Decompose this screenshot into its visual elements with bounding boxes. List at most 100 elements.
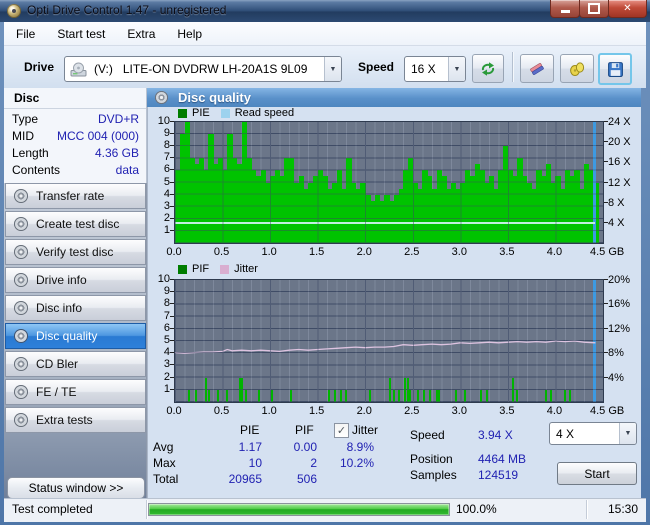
speed-select[interactable]: 16 X ▼: [404, 56, 466, 82]
cd-icon: [14, 301, 28, 315]
minimize-icon: [560, 10, 570, 13]
speed-label: Speed: [358, 60, 395, 74]
opti-drive-control-window: { "window": { "title": "Opti Drive Contr…: [0, 0, 650, 525]
drive-icon: [70, 62, 88, 77]
menu-item-start-test[interactable]: Start test: [57, 27, 105, 41]
right-axis-tick: [604, 221, 608, 223]
jitter-checkbox[interactable]: ✓: [334, 423, 349, 438]
jitter-legend-label: Jitter: [234, 263, 258, 275]
right-axis-tick: [604, 327, 608, 329]
x-axis-tick-label: 2.0: [356, 405, 372, 417]
cd-icon: [14, 189, 28, 203]
right-axis-tick: [604, 141, 608, 143]
toolbar-separator: [512, 52, 513, 82]
maximize-button[interactable]: [579, 0, 609, 18]
right-axis-tick-label: 20%: [608, 274, 631, 286]
x-axis-tick-label: 2.5: [404, 246, 420, 258]
sidebar-item-fe-te[interactable]: FE / TE: [5, 379, 146, 405]
x-axis-tick-label: 2.0: [356, 246, 372, 258]
chevron-down-icon: ▼: [619, 423, 636, 444]
sidebar-item-label: Extra tests: [36, 413, 93, 427]
x-axis-tick-label: 4.0: [546, 405, 563, 417]
sidebar-item-drive-info[interactable]: Drive info: [5, 267, 146, 293]
start-button-label: Start: [584, 466, 610, 481]
check-icon: ✓: [336, 425, 347, 437]
max-row-label: Max: [153, 456, 176, 470]
avg-pif-value: 0.00: [293, 440, 317, 454]
y-axis-tick: [170, 145, 174, 147]
sidebar-item-disc-info[interactable]: Disc info: [5, 295, 146, 321]
sidebar-item-label: Create test disc: [36, 217, 120, 231]
y-axis-tick: [170, 352, 174, 354]
sidebar-item-disc-quality[interactable]: Disc quality: [5, 323, 146, 349]
menu-item-extra[interactable]: Extra: [127, 27, 155, 41]
sidebar-item-create-test-disc[interactable]: Create test disc: [5, 211, 146, 237]
y-axis-tick: [170, 169, 174, 171]
right-axis-tick: [604, 303, 608, 305]
x-axis-tick-label: 4.0: [546, 246, 563, 258]
y-axis-tick-label: 9: [163, 285, 170, 298]
maximize-icon: [588, 3, 600, 14]
y-axis-tick: [170, 121, 174, 122]
read-speed-line: [175, 222, 596, 225]
save-button[interactable]: [598, 53, 632, 85]
disc-info-row-mid: MID MCC 004 (000): [12, 129, 139, 146]
y-axis-tick: [170, 388, 174, 390]
menu-item-help[interactable]: Help: [177, 27, 202, 41]
cd-icon: [14, 217, 28, 231]
start-button[interactable]: Start: [557, 462, 637, 485]
minimize-button[interactable]: [550, 0, 580, 18]
y-axis-tick-label: 1: [163, 382, 170, 395]
samples-stat-value: 124519: [478, 468, 519, 482]
y-axis-tick: [170, 364, 174, 366]
read-speed-end-marker: [592, 122, 596, 243]
sidebar-item-cd-bler[interactable]: CD Bler: [5, 351, 146, 377]
sidebar-item-extra-tests[interactable]: Extra tests: [5, 407, 146, 433]
drive-select[interactable]: (V:) LITE-ON DVDRW LH-20A1S 9L09 ▼: [64, 56, 342, 82]
progress-percent: 100.0%: [456, 502, 497, 516]
sidebar-item-label: Disc quality: [36, 329, 98, 343]
y-axis-tick-label: 3: [163, 199, 170, 212]
max-jitter-value: 10.2%: [339, 456, 374, 470]
jitter-line: [175, 340, 596, 354]
disc-info-row-length: Length 4.36 GB: [12, 146, 139, 163]
right-axis-tick-label: 20 X: [608, 136, 631, 149]
y-axis-tick: [170, 303, 174, 305]
window-title: Opti Drive Control 1.47 - unregistered: [27, 3, 227, 17]
y-axis-tick-label: 7: [163, 309, 170, 322]
drive-label: Drive: [24, 60, 55, 74]
sidebar-item-transfer-rate[interactable]: Transfer rate: [5, 183, 146, 209]
disc-tools-button[interactable]: [560, 54, 594, 83]
sidebar-item-label: Disc info: [36, 301, 83, 315]
progress-bar: [148, 503, 450, 516]
close-button[interactable]: ✕: [608, 0, 647, 18]
refresh-drives-button[interactable]: [472, 54, 504, 83]
toolbar: Drive (V:) LITE-ON DVDRW LH-20A1S 9L09 ▼…: [4, 46, 646, 88]
status-window-button[interactable]: Status window >>: [7, 477, 145, 499]
x-axis-tick-label: 0.0: [166, 405, 182, 417]
y-axis-tick: [170, 217, 174, 219]
y-axis-tick-label: 3: [163, 358, 170, 371]
right-axis-tick-label: 4%: [608, 371, 624, 384]
jitter-legend-swatch: [220, 264, 230, 274]
y-axis-tick: [170, 193, 174, 195]
pif-legend-label: PIF: [192, 263, 210, 275]
right-axis-tick-label: 4 X: [608, 216, 625, 229]
speed-select-value: 16 X: [411, 62, 436, 76]
menu-item-file[interactable]: File: [16, 27, 35, 41]
y-axis-tick-label: 2: [163, 211, 170, 224]
x-axis-tick-label: 0.0: [166, 246, 182, 258]
right-axis-tick: [604, 279, 608, 280]
position-stat-label: Position: [410, 452, 453, 466]
y-axis-tick: [170, 340, 174, 341]
test-speed-select[interactable]: 4 X ▼: [549, 422, 637, 445]
info-label: MID: [12, 129, 34, 143]
right-axis-tick: [604, 376, 608, 378]
total-pie-value: 20965: [228, 472, 262, 486]
avg-pie-value: 1.17: [238, 440, 262, 454]
x-axis-tick-label: 1.0: [261, 405, 277, 417]
erase-disc-button[interactable]: [520, 54, 554, 83]
right-axis-tick: [604, 201, 608, 203]
read-speed-legend-label: Read speed: [234, 107, 295, 119]
sidebar-item-verify-test-disc[interactable]: Verify test disc: [5, 239, 146, 265]
